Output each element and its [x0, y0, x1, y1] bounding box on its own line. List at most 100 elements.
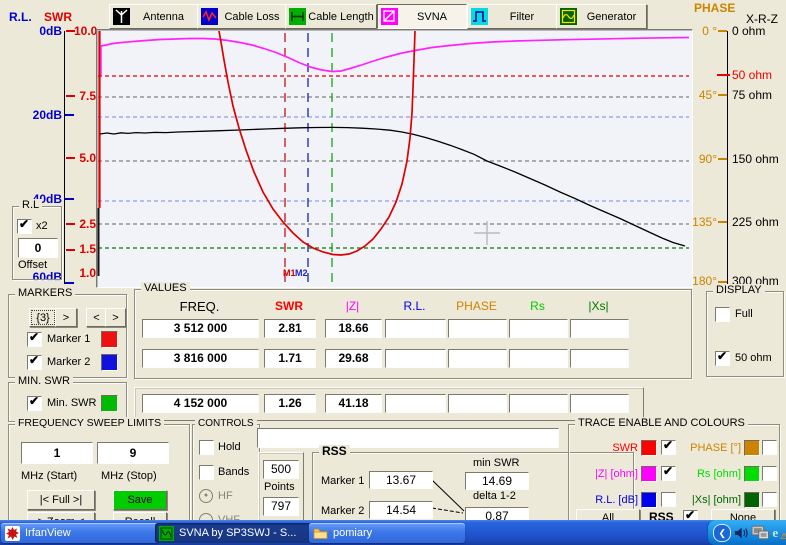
trace-swr-checkbox[interactable]: ✔ [661, 440, 676, 455]
hold-checkbox[interactable] [199, 440, 214, 455]
sweep-full-button[interactable]: |< Full >| [27, 490, 95, 510]
trace-xs-swatch[interactable] [744, 492, 760, 508]
cable-length-button-label: Cable Length [306, 11, 376, 23]
generator-button[interactable]: Generator [556, 4, 647, 29]
trace-z-checkbox[interactable]: ✔ [661, 466, 676, 481]
right-deg-labels-tick-label: 90° [692, 152, 717, 166]
db-tick [65, 282, 74, 284]
generator-button-label: Generator [577, 11, 646, 23]
tray-collapse-chevron-icon[interactable]: ❮ [713, 524, 731, 542]
filter-icon [471, 8, 488, 25]
rss-group-title: RSS [319, 445, 350, 458]
marker1-rl-value [385, 319, 446, 338]
display-50ohm-label: 50 ohm [735, 352, 772, 364]
network-monitors-icon[interactable] [751, 525, 770, 540]
display-full-checkbox[interactable] [715, 307, 730, 322]
taskbar-item-svna[interactable]: SVNA by SP3SWJ - S... [155, 523, 311, 543]
rss-min-swr-value: 14.69 [465, 472, 529, 490]
db-tick [65, 114, 74, 116]
sweep-limits-group: FREQUENCY SWEEP LIMITS MHz (Start) MHz (… [8, 424, 190, 522]
left-swr-labels-tick-label: 1.5 [74, 242, 96, 256]
command-field[interactable] [257, 428, 559, 448]
markers-group-title: MARKERS [15, 287, 75, 300]
values-header-phase: PHASE [448, 299, 505, 313]
marker-prev-button[interactable]: < [86, 308, 107, 327]
marker1-z-value: 18.66 [325, 319, 382, 338]
trace-swr-swatch[interactable] [641, 440, 657, 456]
min-swr-z-value: 41.18 [325, 394, 382, 413]
phase-tick [718, 30, 727, 32]
marker2-checkbox[interactable]: ✔ [27, 355, 42, 370]
rl-offset-input[interactable] [18, 238, 58, 258]
left-swr-labels-tick-label: 10.0 [74, 24, 96, 38]
min-swr-freq-value: 4 152 000 [142, 394, 259, 413]
svna-icon [381, 8, 398, 25]
cable-loss-button[interactable]: Cable Loss [197, 4, 287, 29]
db-tick [65, 198, 74, 200]
left-axis-line [64, 31, 65, 284]
marker1-label: Marker 1 [47, 333, 90, 345]
trace-rl-checkbox[interactable] [661, 492, 676, 507]
sweep-start-input[interactable] [21, 442, 93, 464]
marker1-rs-value [509, 319, 568, 338]
sweep-start-label: MHz (Start) [21, 470, 77, 482]
svna-button[interactable]: SVNA [377, 4, 467, 29]
marker1-color-swatch[interactable] [101, 331, 118, 348]
filter-button[interactable]: Filter [467, 4, 557, 29]
min-swr-group-title: MIN. SWR [15, 375, 73, 388]
marker-step-button[interactable]: > [55, 308, 77, 327]
right-ohm-labels-tick-label: 0 ohm [732, 24, 765, 38]
marker-count-button[interactable]: {3} [29, 308, 57, 327]
min-swr-swr-value: 1.26 [264, 394, 316, 413]
swr-tick [66, 223, 75, 225]
taskbar-item-pomiary[interactable]: pomiary [309, 523, 465, 543]
fifty-ohm-tick [717, 74, 730, 76]
antenna-button[interactable]: Antenna [109, 4, 198, 29]
trace-rl-swatch[interactable] [641, 492, 657, 508]
trace-rs-checkbox[interactable] [762, 466, 777, 481]
cable-length-button[interactable]: Cable Length [285, 4, 377, 29]
svna-app-icon [159, 526, 174, 541]
sweep-limits-title: FREQUENCY SWEEP LIMITS [15, 417, 164, 430]
marker-next-button[interactable]: > [105, 308, 126, 327]
taskbar-item-label: SVNA by SP3SWJ - S... [179, 527, 296, 539]
rl-x2-checkbox[interactable]: ✔ [17, 219, 32, 234]
phase-tick [718, 221, 727, 223]
rl-offset-group-title: R.L [19, 199, 42, 212]
marker2-color-swatch[interactable] [101, 354, 118, 371]
trace-rs-swatch[interactable] [744, 466, 760, 482]
min-swr-color-swatch[interactable] [101, 395, 118, 412]
swr-curve [219, 31, 415, 255]
points-current-value: 797 [263, 497, 299, 516]
svna-button-label: SVNA [398, 11, 466, 23]
sweep-stop-input[interactable] [97, 442, 169, 464]
trace-phase-swatch[interactable] [744, 440, 760, 456]
hf-radio[interactable]: ● [199, 489, 213, 503]
left-swr-labels-tick-label: 7.5 [74, 89, 96, 103]
sweep-save-button[interactable]: Save [113, 490, 167, 510]
volume-icon[interactable] [734, 526, 749, 540]
marker2-phase-value [448, 349, 507, 368]
plot-area[interactable]: M1M2 [96, 29, 693, 288]
trace-z-swatch[interactable] [641, 466, 657, 482]
sweep-stop-label: MHz (Stop) [101, 470, 157, 482]
system-tray: ❮ e⚠ [707, 520, 786, 545]
trace-xs-checkbox[interactable] [762, 492, 777, 507]
hf-label: HF [218, 490, 233, 502]
ie-warning-icon[interactable]: e⚠ [772, 525, 786, 540]
marker-label: M2 [295, 268, 308, 278]
marker1-xs-value [570, 319, 629, 338]
right-ohm-labels-tick-label: 75 ohm [732, 88, 772, 102]
display-50ohm-checkbox[interactable]: ✔ [715, 351, 730, 366]
trace-phase-checkbox[interactable] [762, 440, 777, 455]
min-swr-group: MIN. SWR ✔ Min. SWR [8, 382, 127, 422]
min-swr-checkbox[interactable]: ✔ [27, 396, 42, 411]
right-deg-labels-tick-label: 45° [692, 88, 717, 102]
marker1-phase-value [448, 319, 507, 338]
bands-checkbox[interactable] [199, 465, 214, 480]
min-swr-rl-value [385, 394, 446, 413]
taskbar-item-irfanview[interactable]: IrfanView [1, 523, 159, 543]
marker1-checkbox[interactable]: ✔ [27, 332, 42, 347]
marker2-swr-value: 1.71 [264, 349, 316, 368]
marker-label: M1 [283, 268, 296, 278]
